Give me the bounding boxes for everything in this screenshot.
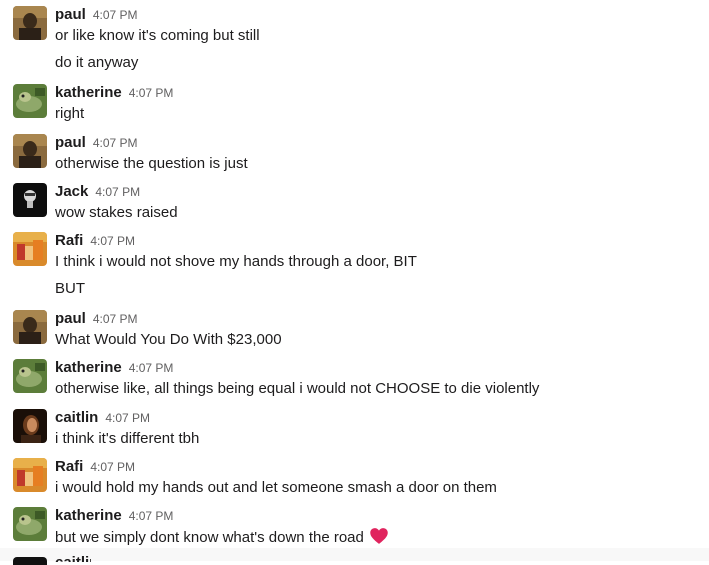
message-text: What Would You Do With $23,000 (55, 331, 282, 348)
author-name[interactable]: paul (55, 310, 86, 327)
message-header: paul 4:07 PM (55, 6, 138, 24)
avatar-caitlin[interactable] (13, 557, 47, 565)
author-name[interactable]: Rafi (55, 232, 83, 249)
timestamp[interactable]: 4:07 PM (95, 185, 140, 199)
avatar-caitlin[interactable] (13, 409, 47, 443)
message-text: otherwise like, all things being equal i… (55, 380, 540, 397)
message-feed: paul 4:07 PM or like know it's coming but… (0, 0, 709, 565)
author-name[interactable]: katherine (55, 507, 122, 524)
avatar-rafi[interactable] (13, 232, 47, 266)
avatar-katherine-image (13, 84, 47, 118)
message-text: BUT (55, 280, 85, 297)
author-name[interactable]: katherine (55, 359, 122, 376)
author-name-partial: caitlin (55, 556, 91, 562)
author-name[interactable]: Jack (55, 183, 88, 200)
message-text: i would hold my hands out and let someon… (55, 479, 497, 496)
timestamp[interactable]: 4:07 PM (105, 411, 150, 425)
message-header: Jack 4:07 PM (55, 183, 140, 201)
timestamp[interactable]: 4:07 PM (90, 234, 135, 248)
author-name[interactable]: paul (55, 134, 86, 151)
message-header: Rafi 4:07 PM (55, 232, 135, 250)
timestamp[interactable]: 4:07 PM (90, 460, 135, 474)
avatar-paul[interactable] (13, 310, 47, 344)
message-paul[interactable]: paul 4:07 PM What Would You Do With $23,0… (0, 310, 709, 350)
message-header: katherine 4:07 PM (55, 507, 173, 525)
message-text: i think it's different tbh (55, 430, 200, 447)
timestamp[interactable]: 4:07 PM (93, 136, 138, 150)
avatar-caitlin-image (13, 409, 47, 443)
message-caitlin[interactable]: caitlin 4:07 PM i think it's different tb… (0, 409, 709, 449)
message-header: katherine 4:07 PM (55, 359, 173, 377)
avatar-rafi-image (13, 458, 47, 492)
message-text: I think i would not shove my hands throu… (55, 253, 417, 270)
message-header: katherine 4:07 PM (55, 84, 173, 102)
avatar-katherine[interactable] (13, 507, 47, 541)
message-text: but we simply dont know what's down the … (55, 529, 364, 546)
timestamp[interactable]: 4:07 PM (93, 8, 138, 22)
avatar-katherine-image (13, 359, 47, 393)
avatar-rafi-image (13, 232, 47, 266)
avatar-katherine-image (13, 507, 47, 541)
message-header: paul 4:07 PM (55, 134, 138, 152)
message-katherine[interactable]: katherine 4:07 PM but we simply dont know… (0, 507, 709, 547)
message-text: or like know it's coming but still (55, 27, 260, 44)
avatar-paul-image (13, 134, 47, 168)
avatar-katherine[interactable] (13, 359, 47, 393)
author-name[interactable]: katherine (55, 84, 122, 101)
message-partial[interactable] (0, 548, 709, 561)
avatar-rafi[interactable] (13, 458, 47, 492)
message-text: right (55, 105, 85, 122)
timestamp[interactable]: 4:07 PM (129, 86, 174, 100)
message-text: wow stakes raised (55, 204, 178, 221)
message-header: caitlin 4:07 PM (55, 409, 150, 427)
avatar-paul[interactable] (13, 6, 47, 40)
avatar-paul-image (13, 310, 47, 344)
message-rafi[interactable]: Rafi 4:07 PM i would hold my hands out an… (0, 458, 709, 498)
message-jack[interactable]: Jack 4:07 PM wow stakes raised (0, 183, 709, 223)
avatar-paul[interactable] (13, 134, 47, 168)
heart-emoji-icon (370, 528, 388, 544)
message-continuation[interactable]: BUT (0, 278, 709, 302)
author-name[interactable]: Rafi (55, 458, 83, 475)
avatar-paul-image (13, 6, 47, 40)
avatar-katherine[interactable] (13, 84, 47, 118)
message-header: Rafi 4:07 PM (55, 458, 135, 476)
avatar-jack-image (13, 183, 47, 217)
message-katherine[interactable]: katherine 4:07 PM right (0, 84, 709, 124)
timestamp[interactable]: 4:07 PM (129, 509, 174, 523)
message-header: paul 4:07 PM (55, 310, 138, 328)
message-rafi[interactable]: Rafi 4:07 PM I think i would not shove my… (0, 232, 709, 272)
message-paul[interactable]: paul 4:07 PM or like know it's coming but… (0, 6, 709, 46)
message-paul[interactable]: paul 4:07 PM otherwise the question is ju… (0, 134, 709, 174)
message-text: otherwise the question is just (55, 155, 248, 172)
message-text: do it anyway (55, 54, 139, 71)
timestamp[interactable]: 4:07 PM (93, 312, 138, 326)
avatar-jack[interactable] (13, 183, 47, 217)
message-text-row: but we simply dont know what's down the … (55, 526, 389, 549)
message-continuation[interactable]: do it anyway (0, 52, 709, 76)
author-name[interactable]: caitlin (55, 409, 98, 426)
author-name[interactable]: paul (55, 6, 86, 23)
message-katherine[interactable]: katherine 4:07 PM otherwise like, all thi… (0, 359, 709, 399)
timestamp[interactable]: 4:07 PM (129, 361, 174, 375)
